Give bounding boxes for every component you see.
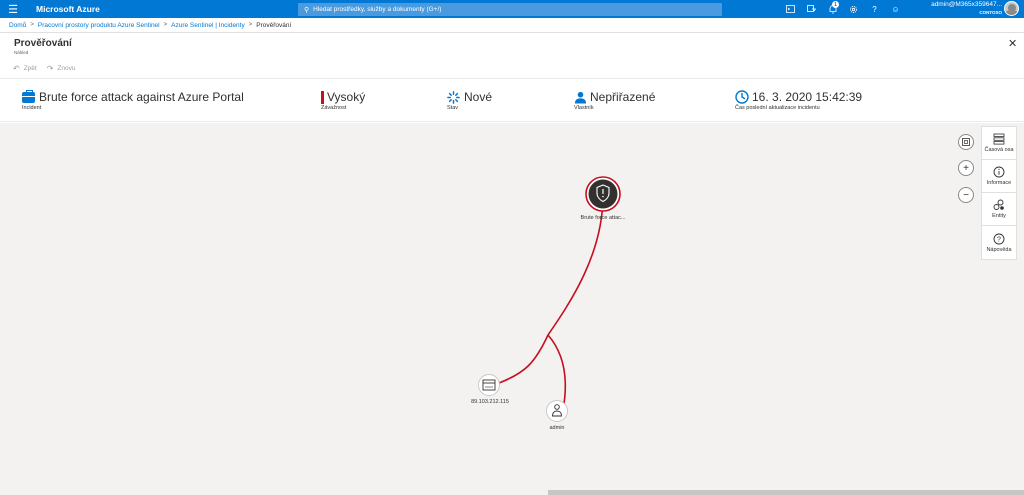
entities-button[interactable]: Entity — [982, 193, 1016, 226]
incident-summary: Brute force attack against Azure Portal … — [0, 80, 1024, 122]
status-field: Nové Stav — [447, 90, 492, 111]
alert-node[interactable] — [585, 176, 621, 212]
owner-field: Nepřiřazené Vlastník — [574, 90, 655, 111]
fit-screen-icon — [962, 138, 970, 146]
entities-icon — [993, 199, 1004, 210]
investigation-graph-canvas[interactable]: Brute force attac... 89.103.212.115 admi… — [0, 123, 1024, 490]
redo-button[interactable]: ↷ Znovu — [47, 64, 76, 73]
info-label: Informace — [986, 180, 1012, 186]
severity-label: Závažnost — [321, 105, 347, 111]
notifications-icon[interactable]: 1 — [822, 0, 843, 18]
timeline-icon — [993, 133, 1005, 145]
zoom-out-button[interactable]: − — [958, 187, 974, 203]
breadcrumb-workspaces[interactable]: Pracovní prostory produktu Azure Sentine… — [38, 22, 160, 29]
incident-title-field: Brute force attack against Azure Portal … — [22, 89, 244, 111]
graph-edge-junction-account — [547, 334, 567, 411]
zoom-in-button[interactable]: + — [958, 160, 974, 176]
chevron-right-icon: > — [30, 22, 34, 28]
svg-text:?: ? — [997, 236, 1001, 243]
global-search-input[interactable]: ⚲ Hledat prostředky, služby a dokumenty … — [298, 3, 722, 16]
breadcrumb: Domů > Pracovní prostory produktu Azure … — [0, 18, 1024, 33]
updated-label: Čas poslední aktualizace incidentu — [735, 105, 820, 111]
alert-node-label: Brute force attac... — [580, 215, 626, 221]
account-info[interactable]: admin@M365x359647... CONTOSO — [900, 1, 1002, 17]
severity-indicator — [321, 90, 324, 104]
directory-filter-icon[interactable] — [801, 0, 822, 18]
undo-label: Zpět — [23, 65, 37, 72]
breadcrumb-incidents[interactable]: Azure Sentinel | Incidenty — [171, 22, 245, 29]
cloud-shell-icon[interactable] — [780, 0, 801, 18]
side-panel: Časová osa Informace Entity ? Nápověda — [981, 126, 1017, 260]
account-node-label: admin — [549, 425, 565, 431]
scrollbar-thumb[interactable] — [548, 490, 1024, 495]
severity-value: Vysoký — [327, 90, 366, 104]
breadcrumb-home[interactable]: Domů — [9, 22, 26, 29]
brand-title[interactable]: Microsoft Azure — [36, 4, 100, 14]
chevron-right-icon: > — [163, 22, 168, 28]
close-button[interactable]: ✕ — [1008, 37, 1017, 50]
redo-icon: ↷ — [46, 64, 54, 73]
entities-label: Entity — [992, 213, 1006, 219]
ip-node[interactable] — [478, 374, 500, 396]
help-button[interactable]: ? Nápověda — [982, 226, 1016, 259]
status-label: Stav — [447, 105, 459, 111]
settings-icon[interactable] — [843, 0, 864, 18]
owner-value: Nepřiřazené — [590, 90, 656, 104]
incident-title-label: Incident — [22, 105, 42, 111]
clock-icon — [735, 90, 749, 104]
undo-button[interactable]: ↶ Zpět — [13, 64, 37, 73]
minus-icon: − — [963, 189, 969, 201]
top-bar: ☰ Microsoft Azure ⚲ Hledat prostředky, s… — [0, 0, 1024, 18]
top-icons: 1 ? ☺ — [780, 0, 906, 18]
portal-menu-icon[interactable]: ☰ — [0, 0, 26, 18]
person-icon — [574, 91, 587, 104]
timeline-button[interactable]: Časová osa — [982, 127, 1016, 160]
briefcase-icon — [22, 89, 35, 103]
owner-label: Vlastník — [574, 105, 594, 111]
timeline-label: Časová osa — [984, 147, 1014, 153]
status-new-icon — [447, 90, 460, 104]
command-bar: ↶ Zpět ↷ Znovu — [0, 59, 1024, 79]
redo-label: Znovu — [57, 65, 76, 72]
investigation-graph — [478, 176, 621, 422]
search-placeholder: Hledat prostředky, služby a dokumenty (G… — [313, 6, 442, 13]
notification-badge: 1 — [832, 1, 839, 8]
ip-node-label: 89.103.212.115 — [471, 399, 509, 405]
incident-title: Brute force attack against Azure Portal — [39, 90, 244, 104]
updated-value: 16. 3. 2020 15:42:39 — [752, 90, 863, 104]
avatar[interactable] — [1004, 1, 1019, 16]
search-icon: ⚲ — [304, 6, 310, 14]
help-circle-icon: ? — [993, 233, 1005, 244]
page-subtitle: Náhled — [14, 50, 29, 55]
chevron-right-icon: > — [248, 22, 253, 28]
info-button[interactable]: Informace — [982, 160, 1016, 193]
undo-icon: ↶ — [13, 64, 20, 73]
help-icon[interactable]: ? — [864, 0, 885, 18]
breadcrumb-current: Prověřování — [256, 21, 292, 29]
status-value: Nové — [464, 90, 493, 104]
updated-field: 16. 3. 2020 15:42:39 Čas poslední aktual… — [735, 90, 862, 111]
tenant-name: CONTOSO — [979, 10, 1002, 15]
help-label: Nápověda — [986, 246, 1012, 253]
page-title: Prověřování — [14, 38, 72, 49]
plus-icon: + — [963, 162, 969, 174]
fit-to-screen-button[interactable] — [958, 134, 974, 150]
account-name: admin@M365x359647... — [931, 1, 1002, 8]
graph-edge-junction-ip — [498, 334, 549, 384]
account-node[interactable] — [546, 400, 568, 422]
severity-field: Vysoký Závažnost — [321, 90, 365, 111]
info-icon — [993, 166, 1005, 178]
